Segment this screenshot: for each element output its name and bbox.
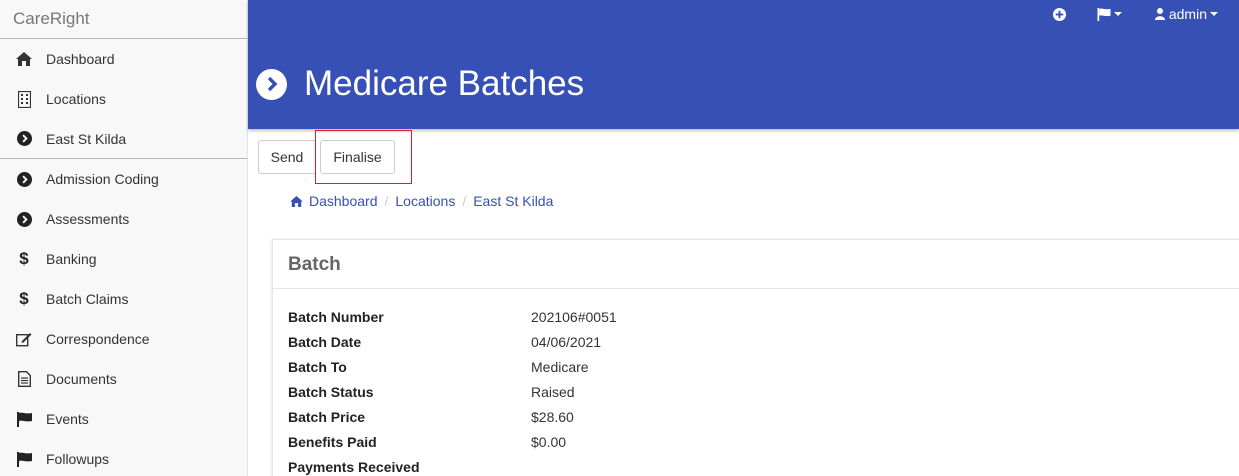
breadcrumb-locations[interactable]: Locations [395,193,455,209]
flag-icon [1097,7,1111,21]
chevron-circle-right-icon [0,211,46,227]
sidebar-item-events[interactable]: Events [0,399,247,439]
batch-panel: Batch Batch Number 202106#0051 Batch Dat… [272,239,1239,476]
user-icon [1154,8,1165,20]
sidebar-item-batch-claims[interactable]: $ Batch Claims [0,279,247,319]
detail-label: Benefits Paid [288,433,377,450]
sidebar-item-banking[interactable]: $ Banking [0,239,247,279]
brand-name[interactable]: CareRight [0,0,247,39]
detail-value: 04/06/2021 [531,333,602,350]
breadcrumb: Dashboard / Locations / East St Kilda [290,193,553,209]
detail-value: $28.60 [531,408,574,425]
sidebar-item-locations[interactable]: Locations [0,79,247,119]
sidebar-item-label: Events [46,411,89,427]
sidebar-item-label: Documents [46,371,117,387]
detail-row: Batch Status Raised [273,379,1239,404]
detail-label: Batch Price [288,408,366,425]
page-title: Medicare Batches [304,64,585,103]
document-icon [0,371,46,387]
detail-label: Batch Date [288,333,362,350]
sidebar-item-documents[interactable]: Documents [0,359,247,399]
caret-down-icon [1113,12,1122,16]
sidebar-item-assessments[interactable]: Assessments [0,199,247,239]
sidebar-item-dashboard[interactable]: Dashboard [0,39,247,79]
sidebar-item-label: Dashboard [46,51,115,67]
add-button[interactable] [1052,7,1066,21]
flag-menu-button[interactable] [1097,7,1122,21]
chevron-circle-right-icon [256,68,287,100]
finalise-button[interactable]: Finalise [320,140,395,174]
dollar-icon: $ [19,249,29,268]
sidebar-item-admission-coding[interactable]: Admission Coding [0,159,247,199]
dollar-icon: $ [19,289,29,308]
user-name: admin [1168,6,1207,22]
sidebar-item-label: East St Kilda [46,130,127,147]
edit-icon [0,332,46,347]
detail-row: Payments Received [273,454,1239,476]
detail-row: Batch To Medicare [273,354,1239,379]
home-icon [290,195,303,207]
sidebar-item-label: Followups [46,451,110,467]
sidebar-item-east-st-kilda[interactable]: East St Kilda [0,119,247,159]
sidebar-item-label: Batch Claims [46,291,129,307]
user-menu-button[interactable]: admin [1154,6,1218,22]
detail-row: Batch Number 202106#0051 [273,304,1239,329]
detail-row: Benefits Paid $0.00 [273,429,1239,454]
breadcrumb-separator: / [462,193,467,209]
panel-body: Batch Number 202106#0051 Batch Date 04/0… [273,289,1239,476]
title-row: Medicare Batches [256,64,584,104]
home-icon [0,52,46,66]
flag-icon [0,451,46,467]
detail-row: Batch Price $28.60 [273,404,1239,429]
page-header: admin Medicare Batches [248,0,1239,129]
send-button[interactable]: Send [258,140,316,174]
caret-down-icon [1210,12,1218,16]
sidebar-item-correspondence[interactable]: Correspondence [0,319,247,359]
detail-value: 202106#0051 [531,308,617,325]
breadcrumb-dashboard[interactable]: Dashboard [290,193,378,209]
flag-icon [0,411,46,427]
breadcrumb-label: Dashboard [309,193,378,209]
detail-value: Medicare [531,358,589,375]
sidebar-item-label: Banking [46,251,97,267]
top-navbar: admin [1052,0,1239,28]
sidebar-item-label: Correspondence [46,331,150,347]
plus-circle-icon [1052,7,1066,21]
chevron-circle-right-icon [0,131,46,146]
detail-label: Batch Number [288,308,384,325]
detail-label: Batch Status [288,383,374,400]
building-icon [0,90,46,108]
sidebar-item-followups[interactable]: Followups [0,439,247,476]
detail-value: $0.00 [531,433,567,450]
sidebar-item-label: Locations [46,91,106,107]
detail-label: Payments Received [288,458,420,475]
chevron-circle-right-icon [0,171,46,187]
sidebar: CareRight Dashboard Locations East St Ki… [0,0,248,476]
sidebar-item-label: Assessments [46,211,130,227]
breadcrumb-east-st-kilda[interactable]: East St Kilda [473,193,553,209]
detail-value: Raised [531,383,575,400]
detail-row: Batch Date 04/06/2021 [273,329,1239,354]
breadcrumb-separator: / [384,193,389,209]
sidebar-item-label: Admission Coding [46,171,159,187]
panel-title: Batch [273,240,1239,289]
detail-label: Batch To [288,358,347,375]
